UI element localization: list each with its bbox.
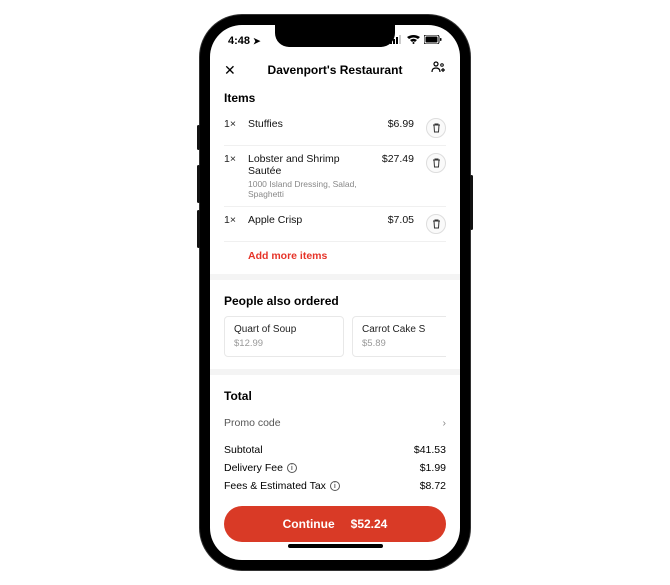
subtotal-label: Subtotal [224, 444, 263, 456]
volume-up [197, 165, 200, 203]
fees-tax-value: $8.72 [420, 480, 446, 492]
suggestion-price: $12.99 [234, 338, 334, 349]
group-order-icon[interactable] [428, 61, 446, 79]
fees-tax-row: Fees & Estimated Tax i $8.72 [224, 477, 446, 495]
info-icon[interactable]: i [330, 481, 340, 491]
location-icon: ➤ [253, 36, 261, 47]
wifi-icon [407, 35, 420, 47]
add-more-items-link[interactable]: Add more items [224, 242, 446, 274]
delivery-fee-label: Delivery Fee [224, 462, 283, 474]
close-button[interactable]: ✕ [224, 62, 242, 79]
continue-label: Continue [283, 517, 335, 531]
delete-item-button[interactable] [426, 153, 446, 173]
volume-down [197, 210, 200, 248]
cart-item[interactable]: 1× Stuffies $6.99 [224, 111, 446, 146]
notch [275, 25, 395, 47]
item-price: $7.05 [388, 214, 418, 226]
status-time: 4:48 [228, 35, 250, 47]
content: Items 1× Stuffies $6.99 1× Lobster and S… [210, 87, 460, 496]
item-qty: 1× [224, 153, 240, 165]
item-qty: 1× [224, 118, 240, 130]
power-button [470, 175, 473, 230]
delete-item-button[interactable] [426, 118, 446, 138]
item-name: Apple Crisp [248, 214, 380, 226]
battery-icon [424, 35, 442, 47]
suggestions-section: People also ordered Quart of Soup $12.99… [224, 280, 446, 357]
chevron-right-icon: › [443, 417, 447, 429]
subtotal-row: Subtotal $41.53 [224, 441, 446, 459]
delivery-fee-row: Delivery Fee i $1.99 [224, 459, 446, 477]
fees-tax-label: Fees & Estimated Tax [224, 480, 326, 492]
continue-total: $52.24 [351, 517, 388, 531]
items-heading: Items [224, 91, 446, 105]
item-options: 1000 Island Dressing, Salad, Spaghetti [248, 179, 374, 199]
suggestion-price: $5.89 [362, 338, 446, 349]
delivery-fee-value: $1.99 [420, 462, 446, 474]
item-name: Stuffies [248, 118, 380, 130]
footer: Continue $52.24 [210, 496, 460, 560]
suggestion-name: Quart of Soup [234, 324, 334, 335]
delete-item-button[interactable] [426, 214, 446, 234]
restaurant-title: Davenport's Restaurant [242, 63, 428, 77]
item-name: Lobster and Shrimp Sautée [248, 153, 374, 177]
cart-item[interactable]: 1× Apple Crisp $7.05 [224, 207, 446, 242]
promo-label: Promo code [224, 417, 281, 429]
suggestion-card[interactable]: Quart of Soup $12.99 [224, 316, 344, 357]
suggestion-card[interactable]: Carrot Cake S $5.89 [352, 316, 446, 357]
suggestion-name: Carrot Cake S [362, 324, 446, 335]
mute-switch [197, 125, 200, 150]
screen: 4:48 ➤ ✕ Davenport's Restaurant [210, 25, 460, 560]
item-qty: 1× [224, 214, 240, 226]
continue-button[interactable]: Continue $52.24 [224, 506, 446, 542]
promo-code-row[interactable]: Promo code › [224, 409, 446, 437]
totals-section: Total Promo code › Subtotal $41.53 Deliv… [224, 375, 446, 495]
header: ✕ Davenport's Restaurant [210, 57, 460, 87]
home-indicator[interactable] [288, 544, 383, 548]
cart-item[interactable]: 1× Lobster and Shrimp Sautée 1000 Island… [224, 146, 446, 207]
also-ordered-heading: People also ordered [224, 294, 446, 308]
info-icon[interactable]: i [287, 463, 297, 473]
item-price: $6.99 [388, 118, 418, 130]
item-price: $27.49 [382, 153, 418, 165]
total-heading: Total [224, 389, 446, 403]
subtotal-value: $41.53 [414, 444, 446, 456]
phone-frame: 4:48 ➤ ✕ Davenport's Restaurant [200, 15, 470, 570]
